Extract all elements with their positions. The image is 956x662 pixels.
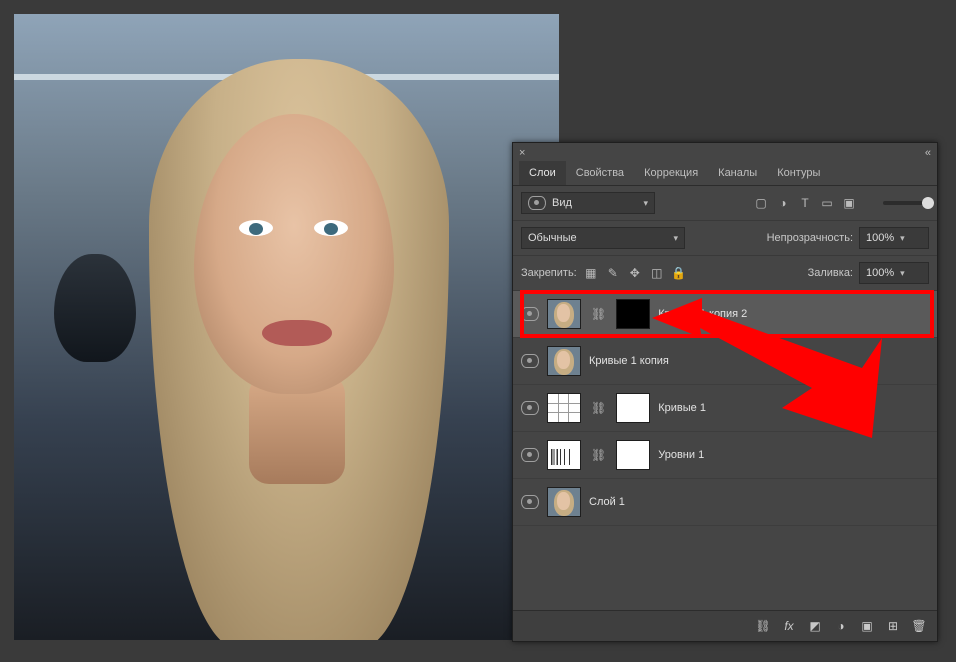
filter-type-icon[interactable]: T: [797, 195, 813, 211]
blend-opacity-row: Обычные ▾ Непрозрачность: 100% ▾: [513, 221, 937, 256]
link-layers-icon[interactable]: ⛓: [755, 618, 771, 634]
mask-link-icon[interactable]: ⛓: [591, 401, 606, 415]
crop-lock-icon[interactable]: ◫: [649, 265, 665, 281]
panel-close-icon[interactable]: ×: [519, 147, 525, 159]
layer-row[interactable]: Слой 1: [513, 479, 937, 526]
document-image: [14, 14, 559, 640]
new-adjustment-icon[interactable]: ◑: [833, 618, 849, 634]
layers-list: ⛓ Кривые 1 копия 2 Кривые 1 копия ⛓ Кривые 1…: [513, 291, 937, 526]
mask-link-icon[interactable]: ⛓: [591, 307, 606, 321]
layer-mask-thumbnail[interactable]: [616, 393, 650, 423]
fill-label: Заливка:: [808, 267, 853, 279]
group-icon[interactable]: ▣: [859, 618, 875, 634]
tab-channels[interactable]: Каналы: [708, 161, 767, 185]
blend-mode-value: Обычные: [528, 232, 577, 244]
visibility-eye-icon[interactable]: [521, 354, 539, 368]
panel-tabs: Слои Свойства Коррекция Каналы Контуры: [513, 161, 937, 186]
filter-toggle[interactable]: [883, 201, 929, 205]
canvas-area[interactable]: [14, 14, 559, 640]
layer-thumbnail[interactable]: [547, 440, 581, 470]
opacity-value: 100%: [866, 232, 894, 244]
layer-name-label[interactable]: Кривые 1: [658, 402, 706, 414]
chevron-down-icon: ▾: [643, 198, 648, 209]
layers-panel: × « Слои Свойства Коррекция Каналы Конту…: [512, 142, 938, 642]
layer-mask-thumbnail[interactable]: [616, 299, 650, 329]
layer-name-label[interactable]: Слой 1: [589, 496, 625, 508]
tab-label: Контуры: [777, 167, 820, 179]
tab-label: Каналы: [718, 167, 757, 179]
layer-filter-row: Вид ▾ ▢ ◑ T ▭ ▣: [513, 186, 937, 221]
filter-adjust-icon[interactable]: ◑: [775, 195, 791, 211]
delete-layer-icon[interactable]: 🗑: [911, 618, 927, 634]
filter-smart-icon[interactable]: ▣: [841, 195, 857, 211]
layer-mask-thumbnail[interactable]: [616, 440, 650, 470]
eye-icon: [528, 196, 546, 210]
visibility-eye-icon[interactable]: [521, 307, 539, 321]
lock-all-icon[interactable]: 🔒: [671, 265, 687, 281]
layer-name-label[interactable]: Кривые 1 копия: [589, 355, 669, 367]
tab-properties[interactable]: Свойства: [566, 161, 634, 185]
layer-thumbnail[interactable]: [547, 393, 581, 423]
panel-footer: ⛓ fx ◩ ◑ ▣ ⊞ 🗑: [513, 610, 937, 641]
filter-image-icon[interactable]: ▢: [753, 195, 769, 211]
layer-filter-label: Вид: [552, 197, 572, 209]
layer-row[interactable]: ⛓ Кривые 1 копия 2: [513, 291, 937, 338]
visibility-eye-icon[interactable]: [521, 448, 539, 462]
layer-name-label[interactable]: Кривые 1 копия 2: [658, 308, 747, 320]
fill-value: 100%: [866, 267, 894, 279]
tab-label: Слои: [529, 167, 556, 179]
tab-layers[interactable]: Слои: [519, 161, 566, 185]
fx-icon[interactable]: fx: [781, 618, 797, 634]
visibility-eye-icon[interactable]: [521, 401, 539, 415]
new-layer-icon[interactable]: ⊞: [885, 618, 901, 634]
brush-lock-icon[interactable]: ✎: [605, 265, 621, 281]
layer-row[interactable]: Кривые 1 копия: [513, 338, 937, 385]
visibility-eye-icon[interactable]: [521, 495, 539, 509]
layer-name-label[interactable]: Уровни 1: [658, 449, 704, 461]
tab-paths[interactable]: Контуры: [767, 161, 830, 185]
opacity-input[interactable]: 100% ▾: [859, 227, 929, 249]
lock-label: Закрепить:: [521, 267, 577, 279]
chevron-down-icon: ▾: [900, 268, 905, 279]
chevron-down-icon: ▾: [900, 233, 905, 244]
tab-adjustments[interactable]: Коррекция: [634, 161, 708, 185]
chevron-down-icon: ▾: [673, 233, 678, 244]
layer-row[interactable]: ⛓ Уровни 1: [513, 432, 937, 479]
layer-row[interactable]: ⛓ Кривые 1: [513, 385, 937, 432]
blend-mode-dropdown[interactable]: Обычные ▾: [521, 227, 685, 249]
layer-filter-dropdown[interactable]: Вид ▾: [521, 192, 655, 214]
filter-shape-icon[interactable]: ▭: [819, 195, 835, 211]
mask-link-icon[interactable]: ⛓: [591, 448, 606, 462]
lock-pixels-icon[interactable]: ▦: [583, 265, 599, 281]
add-mask-icon[interactable]: ◩: [807, 618, 823, 634]
lock-fill-row: Закрепить: ▦ ✎ ✥ ◫ 🔒 Заливка: 100% ▾: [513, 256, 937, 291]
move-lock-icon[interactable]: ✥: [627, 265, 643, 281]
fill-input[interactable]: 100% ▾: [859, 262, 929, 284]
panel-menu-icon[interactable]: «: [925, 147, 931, 159]
opacity-label: Непрозрачность:: [767, 232, 853, 244]
layer-thumbnail[interactable]: [547, 299, 581, 329]
tab-label: Коррекция: [644, 167, 698, 179]
tab-label: Свойства: [576, 167, 624, 179]
layer-thumbnail[interactable]: [547, 487, 581, 517]
layer-thumbnail[interactable]: [547, 346, 581, 376]
